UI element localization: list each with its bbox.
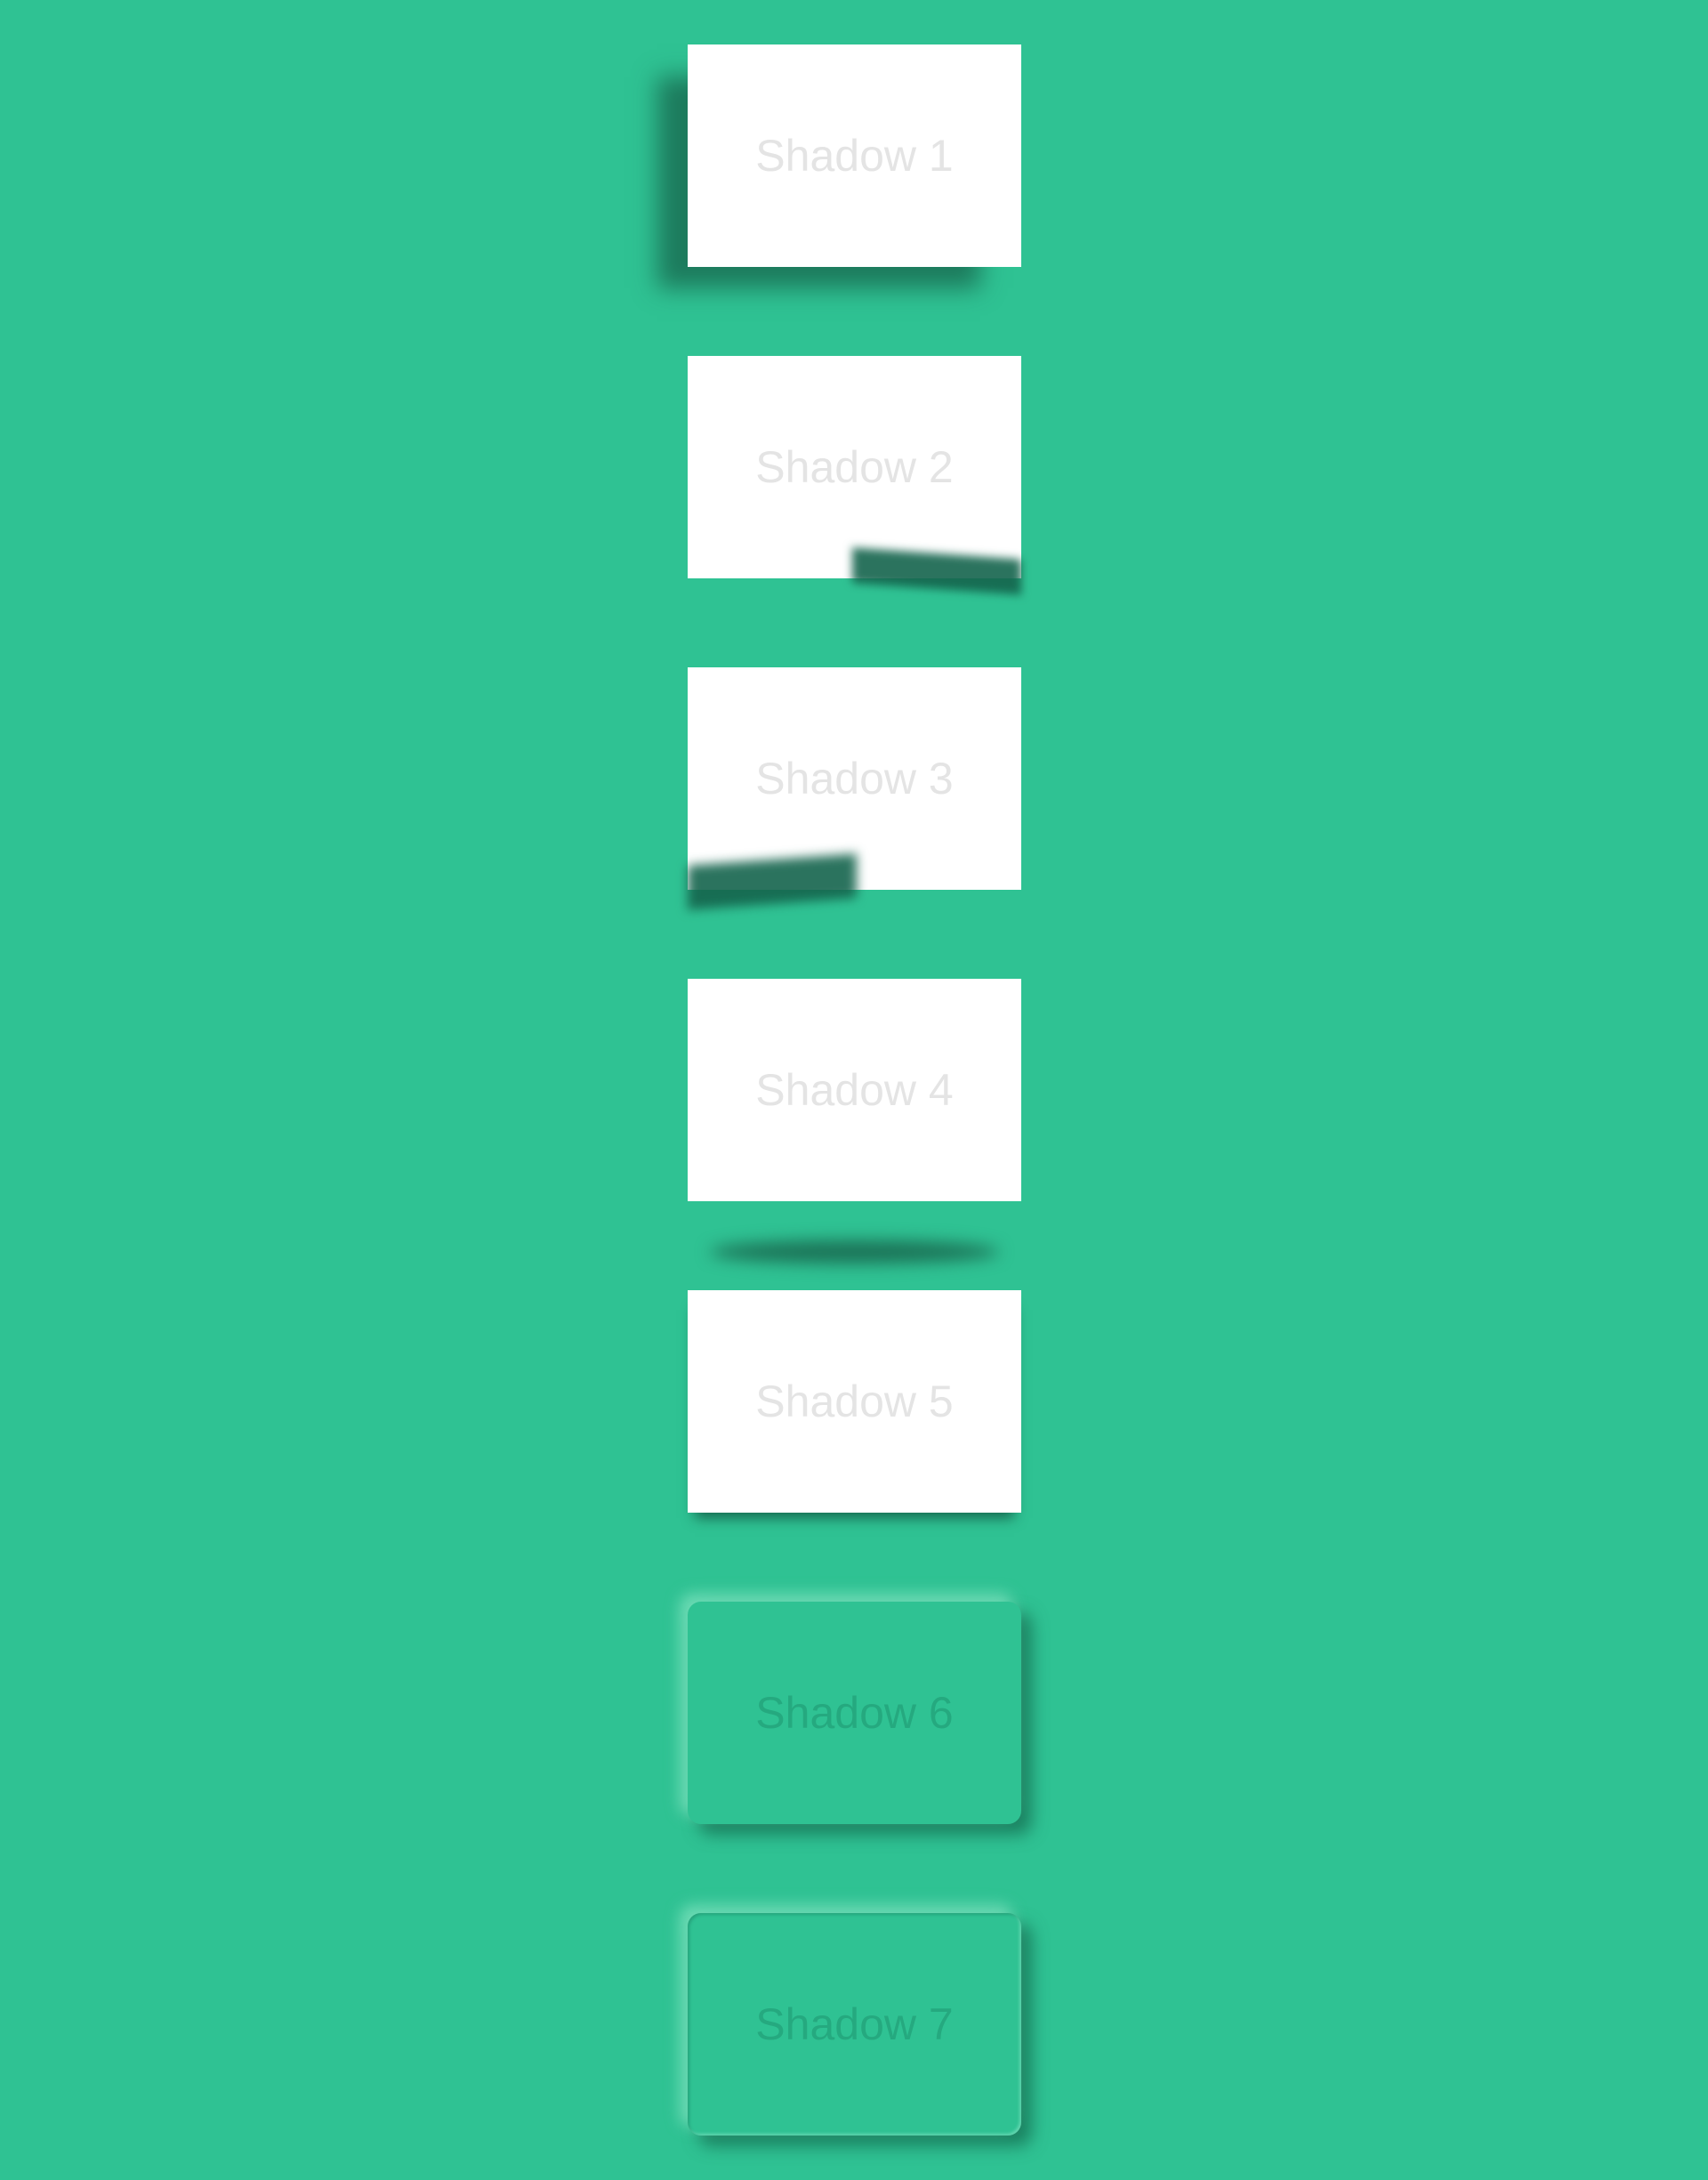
shadow-card-3: Shadow 3 bbox=[688, 667, 1021, 890]
shadow-card-5: Shadow 5 bbox=[688, 1290, 1021, 1513]
shadow-card-2: Shadow 2 bbox=[688, 356, 1021, 578]
card-label: Shadow 1 bbox=[755, 131, 954, 181]
card-label: Shadow 5 bbox=[755, 1377, 954, 1426]
card-label: Shadow 2 bbox=[755, 442, 954, 492]
shadow-card-1: Shadow 1 bbox=[688, 44, 1021, 267]
shadow-card-6: Shadow 6 bbox=[688, 1602, 1021, 1824]
card-label: Shadow 6 bbox=[755, 1688, 954, 1738]
card-label: Shadow 3 bbox=[755, 754, 954, 803]
shadow-card-7: Shadow 7 bbox=[688, 1913, 1021, 2136]
card-label: Shadow 4 bbox=[755, 1065, 954, 1115]
card-label: Shadow 7 bbox=[755, 1999, 954, 2049]
shadow-card-4: Shadow 4 bbox=[688, 979, 1021, 1201]
